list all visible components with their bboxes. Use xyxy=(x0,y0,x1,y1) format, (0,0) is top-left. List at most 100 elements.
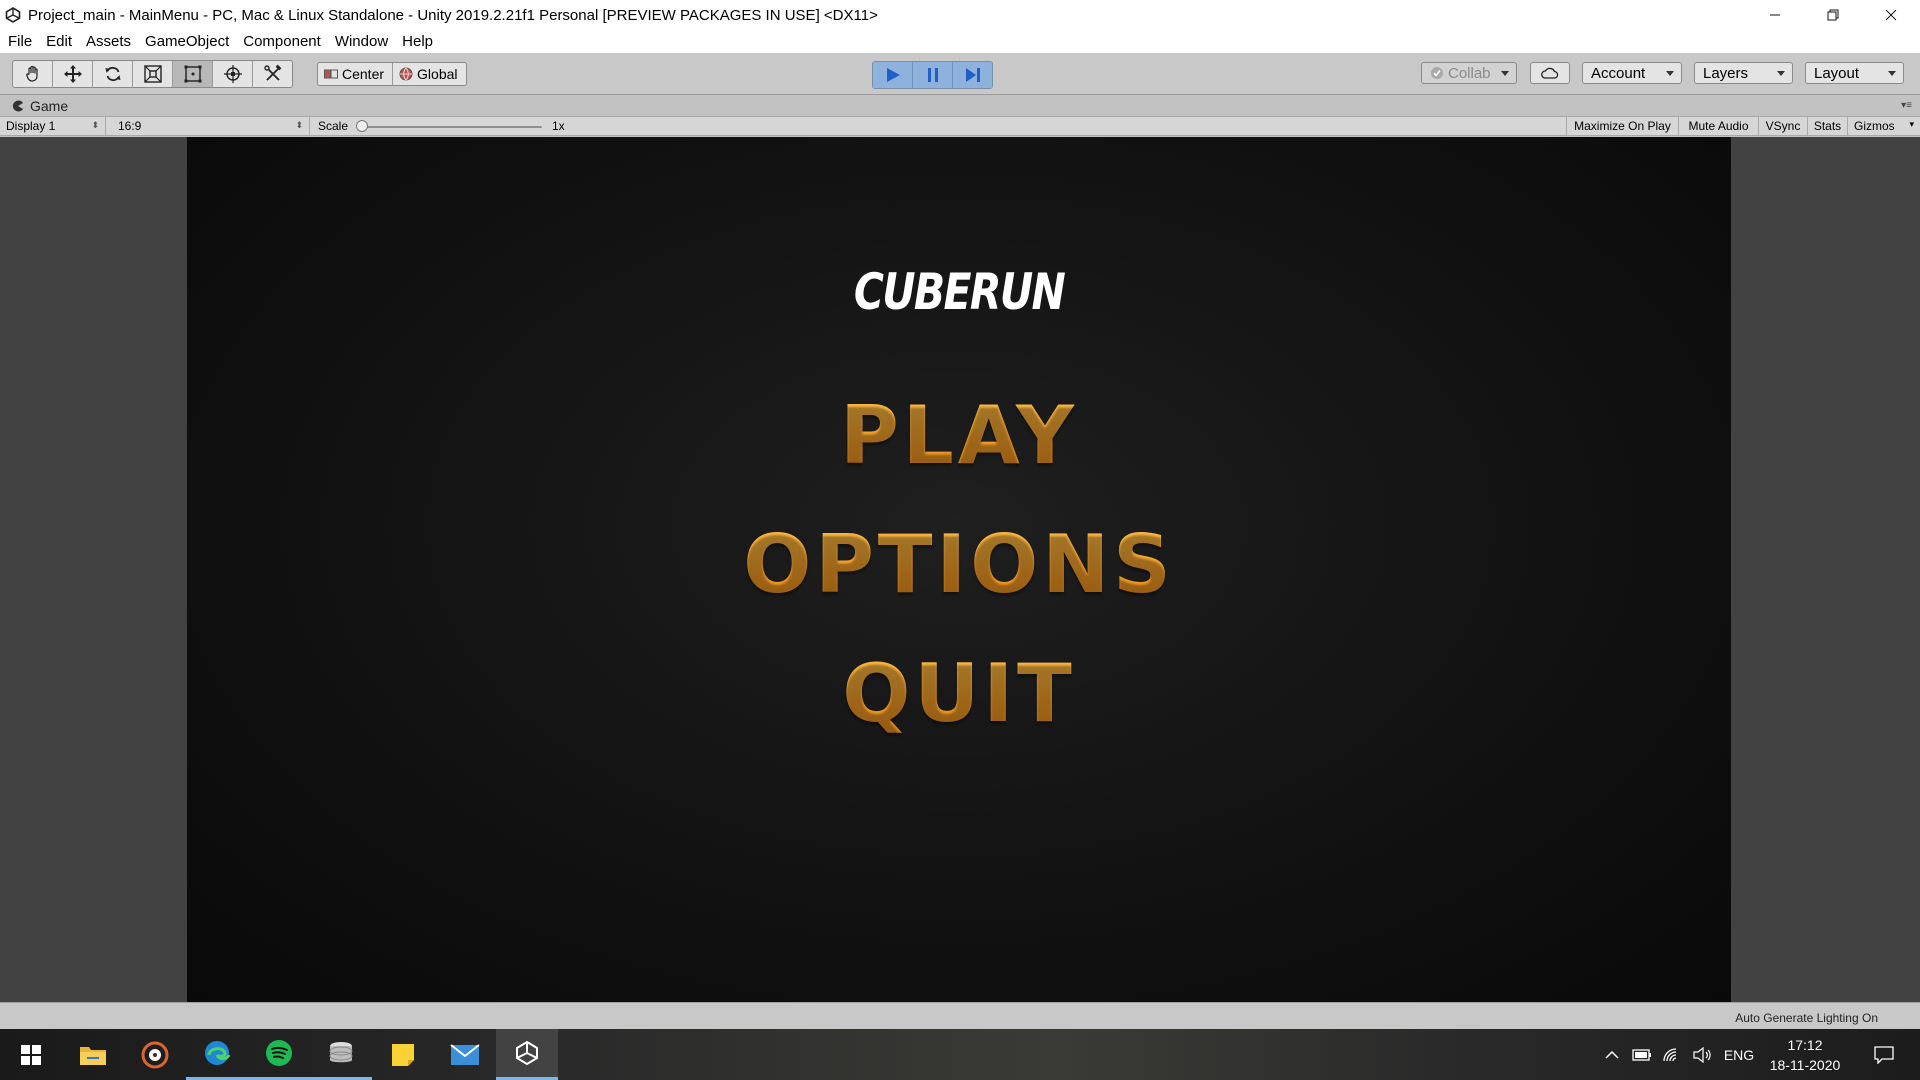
pivot-global-label: Global xyxy=(417,66,458,82)
move-tool-button[interactable] xyxy=(53,61,93,87)
groove-music-icon xyxy=(141,1041,169,1068)
tray-overflow-button[interactable] xyxy=(1600,1029,1624,1080)
taskbar-edge[interactable] xyxy=(186,1029,248,1080)
chevron-down-icon xyxy=(1501,71,1509,76)
pivot-global-button[interactable]: Global xyxy=(393,63,465,85)
close-icon xyxy=(1885,9,1897,21)
language-indicator[interactable]: ENG xyxy=(1718,1029,1760,1080)
panel-menu-icon[interactable]: ▾≡ xyxy=(1901,100,1912,111)
scale-slider-handle[interactable] xyxy=(356,120,368,132)
taskbar-clock[interactable]: 17:12 18-11-2020 xyxy=(1760,1035,1850,1075)
rect-tool-button[interactable] xyxy=(173,61,213,87)
stats-toggle[interactable]: Stats xyxy=(1807,117,1847,135)
chevron-down-icon xyxy=(1666,71,1674,76)
pivot-center-icon xyxy=(324,69,338,79)
taskbar-database[interactable] xyxy=(310,1029,372,1080)
game-view: CUBERUN PLAY OPTIONS QUIT xyxy=(0,137,1920,1002)
account-label: Account xyxy=(1591,64,1646,82)
file-explorer-icon xyxy=(80,1046,106,1065)
layout-dropdown[interactable]: Layout xyxy=(1805,62,1904,84)
aspect-select[interactable]: 16:9 ⬍ xyxy=(112,117,310,135)
account-dropdown[interactable]: Account xyxy=(1582,62,1682,84)
layers-label: Layers xyxy=(1703,64,1749,82)
wifi-icon xyxy=(1663,1047,1677,1061)
quit-option[interactable]: QUIT xyxy=(187,647,1731,740)
custom-tool-button[interactable] xyxy=(253,61,292,87)
chevron-up-icon xyxy=(1605,1050,1619,1059)
volume-button[interactable] xyxy=(1688,1029,1716,1080)
game-control-bar: Display 1 ⬍ 16:9 ⬍ Scale 1x Maximize On … xyxy=(0,116,1920,136)
game-screen: CUBERUN PLAY OPTIONS QUIT xyxy=(187,137,1731,1002)
layout-label: Layout xyxy=(1814,64,1860,82)
tab-game[interactable]: Game xyxy=(0,95,68,116)
menu-assets[interactable]: Assets xyxy=(79,33,138,50)
status-bar: Auto Generate Lighting On xyxy=(0,1002,1920,1030)
menu-help[interactable]: Help xyxy=(395,33,440,50)
collab-dropdown[interactable]: Collab xyxy=(1421,62,1517,84)
unity-icon xyxy=(4,6,22,24)
play-button[interactable] xyxy=(873,62,913,88)
gizmos-label: Gizmos xyxy=(1854,119,1895,133)
window-controls xyxy=(1746,0,1920,30)
taskbar-spotify[interactable] xyxy=(248,1029,310,1080)
layers-dropdown[interactable]: Layers xyxy=(1694,62,1793,84)
restore-button[interactable] xyxy=(1804,0,1862,30)
taskbar-sticky-notes[interactable] xyxy=(372,1029,434,1080)
display-select[interactable]: Display 1 ⬍ xyxy=(0,117,106,135)
rect-tool-icon xyxy=(184,65,201,83)
restore-icon xyxy=(1827,9,1839,21)
transform-tool-button[interactable] xyxy=(213,61,253,87)
pause-button[interactable] xyxy=(913,62,953,88)
rotate-tool-button[interactable] xyxy=(93,61,133,87)
start-button[interactable] xyxy=(0,1029,62,1080)
aspect-value: 16:9 xyxy=(118,119,142,133)
pivot-center-button[interactable]: Center xyxy=(318,63,394,85)
collab-label: Collab xyxy=(1448,64,1491,82)
battery-button[interactable] xyxy=(1628,1029,1656,1080)
mail-icon xyxy=(450,1043,480,1065)
custom-tool-icon xyxy=(263,64,281,81)
action-center-button[interactable] xyxy=(1864,1029,1904,1080)
sticky-notes-icon xyxy=(392,1043,414,1066)
cloud-icon xyxy=(1541,67,1559,79)
step-button[interactable] xyxy=(953,62,992,88)
scale-slider-track[interactable] xyxy=(358,126,542,128)
menu-edit[interactable]: Edit xyxy=(39,33,79,50)
taskbar-file-explorer[interactable] xyxy=(62,1029,124,1080)
maximize-on-play-toggle[interactable]: Maximize On Play xyxy=(1566,117,1678,135)
pivot-toggles: Center Global xyxy=(317,62,467,86)
vsync-toggle[interactable]: VSync xyxy=(1758,117,1807,135)
status-text: Auto Generate Lighting On xyxy=(1735,1011,1878,1025)
clock-time: 17:12 xyxy=(1787,1037,1823,1053)
windows-taskbar: ENG 17:12 18-11-2020 xyxy=(0,1029,1920,1080)
window-title: Project_main - MainMenu - PC, Mac & Linu… xyxy=(28,6,878,24)
menu-file[interactable]: File xyxy=(0,33,39,50)
battery-icon xyxy=(1632,1048,1651,1061)
main-toolbar: Center Global Collab Account Layers Layo… xyxy=(0,53,1920,95)
taskbar-groove-music[interactable] xyxy=(124,1029,186,1080)
taskbar-unity[interactable] xyxy=(496,1029,558,1080)
scale-tool-button[interactable] xyxy=(133,61,173,87)
menu-component[interactable]: Component xyxy=(236,33,328,50)
menu-window[interactable]: Window xyxy=(328,33,395,50)
play-option[interactable]: PLAY xyxy=(187,389,1731,482)
edge-icon xyxy=(205,1041,231,1065)
menu-bar: File Edit Assets GameObject Component Wi… xyxy=(0,30,1920,53)
mute-audio-toggle[interactable]: Mute Audio xyxy=(1678,117,1758,135)
gizmos-dropdown[interactable]: Gizmos ▾ xyxy=(1847,117,1920,135)
rotate-tool-icon xyxy=(105,66,120,82)
cloud-button[interactable] xyxy=(1530,62,1570,84)
pivot-center-label: Center xyxy=(342,66,385,82)
pacman-icon xyxy=(12,100,23,111)
options-option[interactable]: OPTIONS xyxy=(187,518,1731,611)
minimize-button[interactable] xyxy=(1746,0,1804,30)
menu-gameobject[interactable]: GameObject xyxy=(138,33,236,50)
network-button[interactable] xyxy=(1658,1029,1686,1080)
chevron-down-icon xyxy=(1888,71,1896,76)
tab-game-label: Game xyxy=(30,97,69,114)
hand-tool-icon xyxy=(25,65,38,82)
close-button[interactable] xyxy=(1862,0,1920,30)
hand-tool-button[interactable] xyxy=(13,61,53,87)
volume-icon xyxy=(1693,1046,1711,1063)
taskbar-mail[interactable] xyxy=(434,1029,496,1080)
